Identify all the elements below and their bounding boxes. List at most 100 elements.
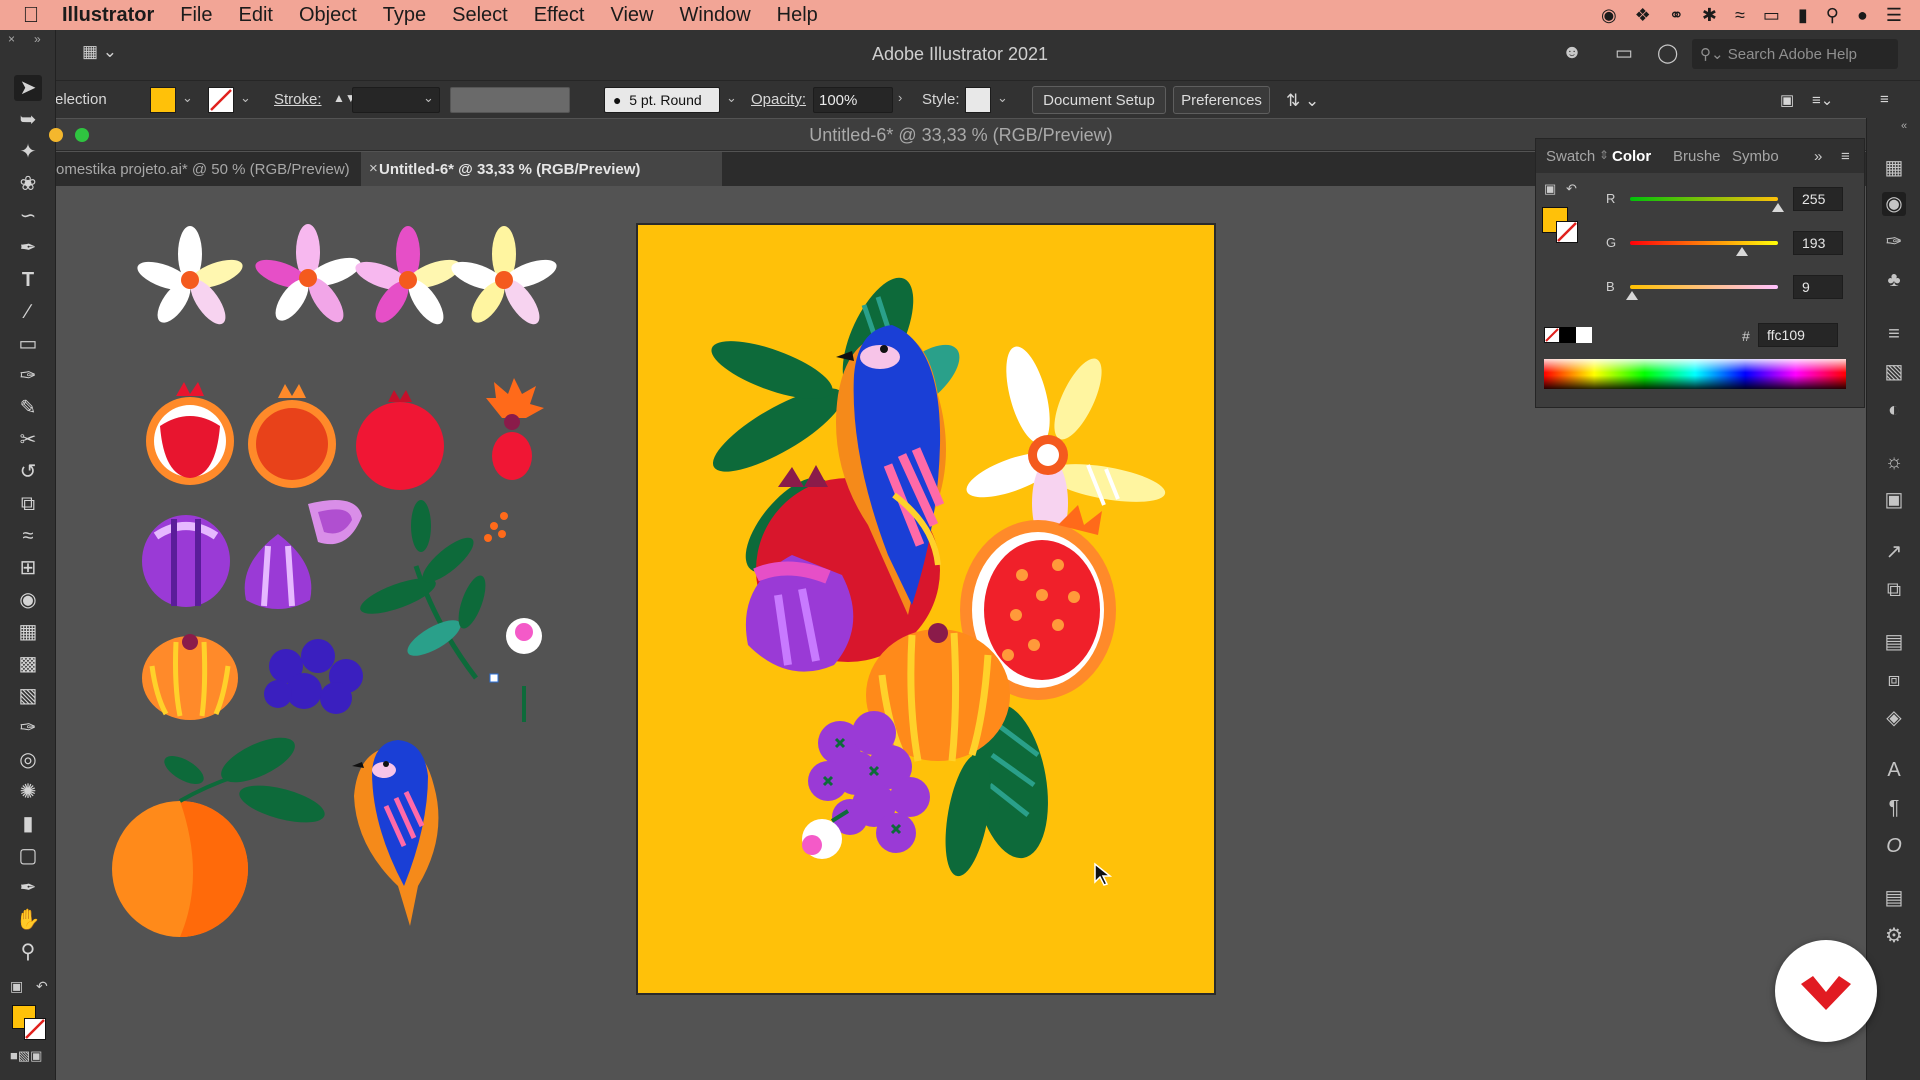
rotate-tool-icon[interactable]: ↺ — [14, 459, 42, 485]
gradient-tool-icon[interactable]: ▧ — [14, 683, 42, 709]
menu-file[interactable]: File — [180, 4, 212, 27]
red-slider-knob[interactable] — [1772, 203, 1784, 212]
close-tab-icon[interactable]: × — [369, 160, 378, 177]
paintbrush-tool-icon[interactable]: ✑ — [14, 363, 42, 389]
align-icon[interactable]: ▣ — [1780, 91, 1794, 109]
battery-icon[interactable]: ▮ — [1798, 5, 1808, 26]
stroke-chevron-icon[interactable]: ⌄ — [240, 90, 251, 106]
close-panel-icon[interactable]: × — [8, 32, 15, 46]
color-spectrum[interactable] — [1544, 359, 1846, 389]
slice-tool-icon[interactable]: ✒ — [14, 875, 42, 901]
main-illustration[interactable] — [638, 225, 1214, 993]
artboards-panel-icon[interactable]: ⧉ — [1882, 578, 1906, 602]
scissors-tool-icon[interactable]: ✂ — [14, 427, 42, 453]
stroke-weight-chevron-icon[interactable]: ⌄ — [423, 90, 434, 106]
color-panel-icon[interactable]: ◉ — [1882, 192, 1906, 216]
red-value-input[interactable]: 255 — [1793, 187, 1843, 211]
blueberries-icon[interactable] — [264, 639, 363, 714]
green-slider[interactable] — [1630, 241, 1778, 245]
stroke-panel-icon[interactable]: ≡ — [1882, 322, 1906, 346]
graphic-style-swatch[interactable] — [965, 87, 991, 113]
shape-builder-tool-icon[interactable]: ◉ — [14, 587, 42, 613]
discover-bulb-icon[interactable]: ◯ — [1657, 42, 1678, 65]
green-value-input[interactable]: 193 — [1793, 231, 1843, 255]
search-help-input[interactable]: ⚲⌄ Search Adobe Help — [1692, 39, 1898, 69]
libraries-icon[interactable]: ▦ — [1882, 156, 1906, 180]
stroke-color-box[interactable] — [24, 1018, 46, 1040]
graphic-styles-icon[interactable]: ▣ — [1882, 488, 1906, 512]
perspective-grid-tool-icon[interactable]: ▦ — [14, 619, 42, 645]
menu-select[interactable]: Select — [452, 4, 508, 27]
apple-icon[interactable]:  — [0, 2, 62, 28]
pencil-tool-icon[interactable]: ✎ — [14, 395, 42, 421]
user-avatar-icon[interactable]: ● — [1857, 5, 1868, 26]
swap-fill-stroke-icon[interactable]: ↶ — [1566, 181, 1577, 197]
document-info-icon[interactable]: ▤ — [1882, 886, 1906, 910]
stroke-swatch[interactable] — [208, 87, 234, 113]
symbols-panel-icon[interactable]: ♣ — [1882, 268, 1906, 292]
leaf-branch-icon[interactable] — [356, 500, 499, 683]
menu-app-name[interactable]: Illustrator — [62, 4, 154, 27]
arrange-documents-icon[interactable]: ▭ — [1615, 42, 1633, 65]
flower-2-icon[interactable] — [252, 224, 364, 328]
artboard-tool-icon[interactable]: ▢ — [14, 843, 42, 869]
brushes-panel-icon[interactable]: ✑ — [1882, 230, 1906, 254]
hex-value-input[interactable]: ffc109 — [1758, 323, 1838, 347]
white-swatch[interactable] — [1576, 327, 1592, 343]
scale-tool-icon[interactable]: ⧉ — [14, 491, 42, 517]
menu-window[interactable]: Window — [680, 4, 751, 27]
color-gradient-none-icons[interactable]: ■▧▣ — [10, 1048, 42, 1064]
creative-cloud-icon[interactable]: ⚭ — [1669, 5, 1684, 26]
tab-symbols[interactable]: Symbo — [1732, 148, 1779, 165]
none-swatch[interactable] — [1544, 327, 1560, 343]
blue-slider[interactable] — [1630, 285, 1778, 289]
selection-tool-icon[interactable]: ➤ — [14, 75, 42, 101]
artboard[interactable] — [636, 223, 1216, 995]
opentype-panel-icon[interactable]: O — [1882, 834, 1906, 858]
properties-panel-icon[interactable]: ⚙ — [1882, 924, 1906, 948]
menu-object[interactable]: Object — [299, 4, 357, 27]
black-swatch[interactable] — [1560, 327, 1576, 343]
blend-tool-icon[interactable]: ◎ — [14, 747, 42, 773]
tangerine-icon[interactable] — [142, 634, 238, 720]
pomegranate-whole-icon[interactable] — [356, 390, 444, 490]
control-menu-icon[interactable]: ≡ — [1880, 91, 1889, 108]
tab-domestika-projeto[interactable]: omestika projeto.ai* @ 50 % (RGB/Preview… — [56, 152, 359, 186]
line-tool-icon[interactable]: ∕ — [14, 299, 42, 325]
default-colors-icon[interactable]: ▣ — [1544, 181, 1556, 197]
opacity-expand-icon[interactable]: › — [898, 90, 902, 105]
gradient-panel-icon[interactable]: ▧ — [1882, 360, 1906, 384]
control-center-icon[interactable]: ☰ — [1886, 5, 1902, 26]
pen-tool-icon[interactable]: ✒ — [14, 235, 42, 261]
column-graph-tool-icon[interactable]: ▮ — [14, 811, 42, 837]
preferences-button[interactable]: Preferences — [1173, 86, 1270, 114]
record-icon[interactable]: ◉ — [1601, 5, 1617, 26]
menu-effect[interactable]: Effect — [534, 4, 585, 27]
lasso-tool-icon[interactable]: ❀ — [14, 171, 42, 197]
document-setup-button[interactable]: Document Setup — [1032, 86, 1166, 114]
zoom-tool-icon[interactable]: ⚲ — [14, 939, 42, 965]
small-berries-icon[interactable] — [484, 512, 508, 542]
variable-width-profile[interactable] — [450, 87, 570, 113]
menu-help[interactable]: Help — [777, 4, 818, 27]
pomegranate-flower-icon[interactable] — [486, 378, 544, 480]
default-colors-icon[interactable]: ▣ — [10, 978, 23, 995]
rectangle-tool-icon[interactable]: ▭ — [14, 331, 42, 357]
symbol-sprayer-tool-icon[interactable]: ✺ — [14, 779, 42, 805]
curvature-tool-icon[interactable]: ∽ — [14, 203, 42, 229]
layers-panel-icon[interactable]: ◈ — [1882, 706, 1906, 730]
expand-tabs-icon[interactable]: » — [1814, 148, 1822, 165]
align-panel-icon[interactable]: ▤ — [1882, 630, 1906, 654]
illustration-flower[interactable] — [961, 342, 1167, 547]
flower-4-icon[interactable] — [448, 226, 560, 330]
expand-panel-icon[interactable]: » — [34, 32, 41, 46]
share-user-icon[interactable]: ☻ — [1562, 42, 1582, 64]
panel-menu-icon[interactable]: ≡ — [1841, 148, 1850, 165]
tab-untitled-6[interactable]: × Untitled-6* @ 33,33 % (RGB/Preview) — [361, 152, 722, 186]
menu-type[interactable]: Type — [383, 4, 426, 27]
fig-round-icon[interactable] — [142, 515, 230, 607]
fig-tall-icon[interactable] — [244, 534, 312, 609]
loose-artwork[interactable] — [56, 186, 616, 966]
bird-icon[interactable] — [352, 740, 439, 926]
style-chevron-icon[interactable]: ⌄ — [997, 90, 1008, 106]
